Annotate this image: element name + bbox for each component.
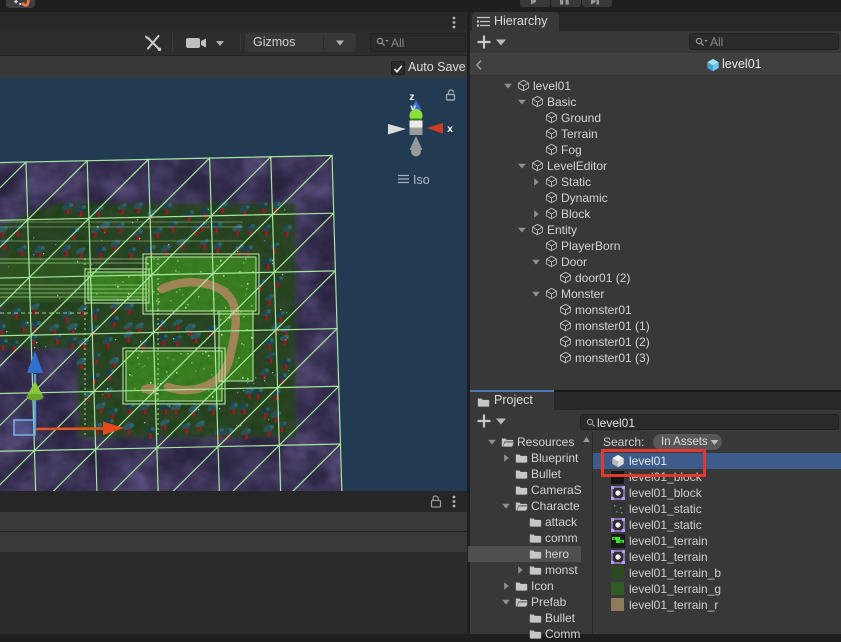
svg-text:Iso: Iso xyxy=(413,173,430,187)
svg-text:x: x xyxy=(447,123,453,135)
